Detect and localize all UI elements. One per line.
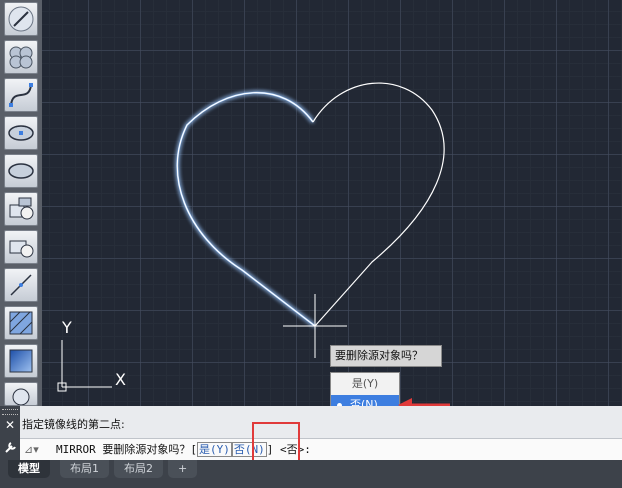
- command-window: ✕ 指定镜像线的第二点: ⊿▾ MIRROR 要删除源对象吗？[是(Y) 否(N)]…: [0, 406, 622, 461]
- command-recent-icon[interactable]: ⊿▾: [20, 439, 56, 461]
- customize-wrench-icon[interactable]: [4, 440, 17, 454]
- spline-icon[interactable]: [4, 78, 38, 112]
- grip-icon[interactable]: [2, 409, 18, 415]
- point-icon[interactable]: [4, 268, 38, 302]
- region-icon[interactable]: [4, 382, 38, 406]
- draw-toolbar: [0, 0, 43, 406]
- gradient-icon[interactable]: [4, 344, 38, 378]
- ellipse-center-icon[interactable]: [4, 116, 38, 150]
- tab-add[interactable]: +: [168, 460, 198, 478]
- ucs-y-label: Y: [62, 318, 72, 337]
- heart-right-half: [312, 82, 445, 327]
- annotation-highlight-box: [252, 422, 300, 465]
- revision-cloud-icon[interactable]: [4, 40, 38, 74]
- heart-left-half-selected: [176, 91, 316, 327]
- tab-model[interactable]: 模型: [8, 460, 50, 478]
- ucs-icon: [57, 340, 112, 392]
- ucs-x-label: X: [115, 370, 126, 389]
- close-icon[interactable]: ✕: [5, 418, 15, 432]
- command-input[interactable]: ⊿▾ MIRROR 要删除源对象吗？[是(Y) 否(N)] <否>:: [20, 438, 622, 461]
- tab-layout1[interactable]: 布局1: [60, 460, 109, 478]
- line-tool-icon[interactable]: [4, 2, 38, 36]
- command-window-sidebar: ✕: [0, 406, 20, 460]
- insert-block-icon[interactable]: [4, 192, 38, 226]
- layout-tabs: 模型 布局1 布局2 +: [0, 460, 622, 488]
- ellipse-icon[interactable]: [4, 154, 38, 188]
- option-yes-link[interactable]: 是(Y): [196, 442, 232, 457]
- make-block-icon[interactable]: [4, 230, 38, 264]
- dynamic-input-prompt: 要删除源对象吗？: [330, 345, 442, 367]
- command-history: 指定镜像线的第二点:: [22, 418, 125, 431]
- command-prompt-text: MIRROR 要删除源对象吗？: [56, 443, 191, 456]
- option-yes[interactable]: 是(Y): [331, 374, 399, 394]
- hatch-icon[interactable]: [4, 306, 38, 340]
- tab-layout2[interactable]: 布局2: [114, 460, 163, 478]
